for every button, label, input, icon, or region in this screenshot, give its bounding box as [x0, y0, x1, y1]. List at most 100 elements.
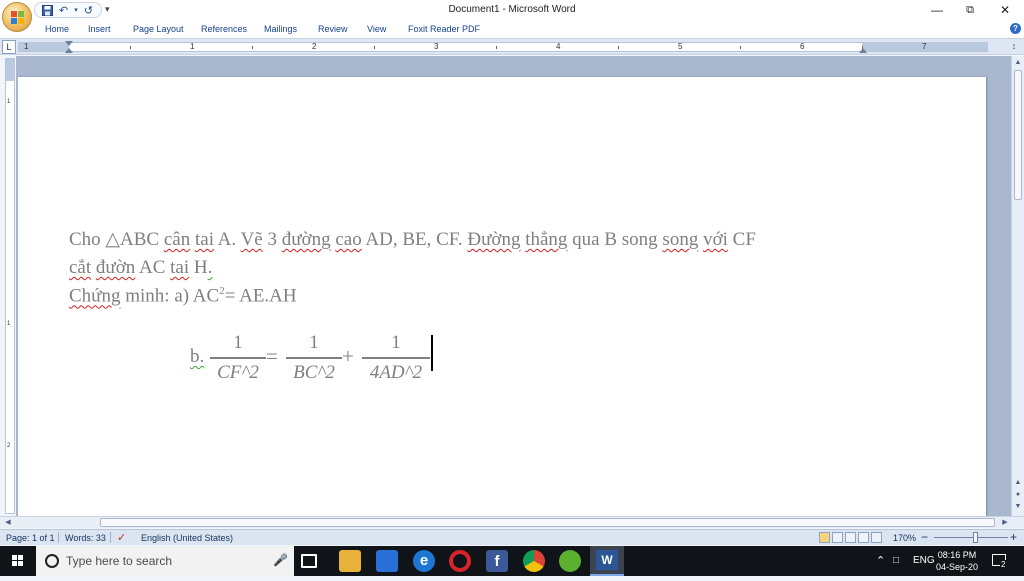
ruler-number: 2: [7, 443, 11, 449]
plus-sign: +: [342, 344, 354, 368]
print-layout-view-icon[interactable]: [819, 532, 830, 543]
horizontal-ruler[interactable]: 1 1 2 3 4 5 6 7: [18, 42, 988, 52]
tab-review[interactable]: Review: [318, 24, 348, 34]
title-bar: Document1 - Microsoft Word — ⧉ ✕: [0, 0, 1024, 20]
tab-selector-button[interactable]: L: [2, 40, 16, 54]
opera-icon[interactable]: [449, 550, 471, 572]
taskbar-search-box[interactable]: Type here to search 🎤: [36, 546, 294, 576]
ruler-number: 4: [556, 42, 561, 51]
edge-icon[interactable]: e: [413, 550, 435, 572]
fraction-2: 1 BC^2: [286, 331, 342, 385]
quick-access-toolbar: ↶ ▾ ↺: [34, 2, 102, 18]
language-indicator[interactable]: English (United States): [141, 533, 233, 543]
vertical-scroll-thumb[interactable]: [1014, 70, 1022, 200]
notification-count: 2: [1000, 560, 1007, 569]
paragraph-line-1[interactable]: Cho △ABC cân tai A. Vẽ 3 đường cao AD, B…: [69, 228, 756, 251]
horizontal-scrollbar[interactable]: ◀ ▶: [0, 516, 1024, 528]
minimize-icon[interactable]: —: [925, 2, 949, 18]
help-icon[interactable]: ?: [1010, 23, 1021, 34]
document-page[interactable]: Cho △ABC cân tai A. Vẽ 3 đường cao AD, B…: [18, 77, 986, 516]
undo-dropdown-icon[interactable]: ▾: [73, 4, 79, 17]
document-area: Cho △ABC cân tai A. Vẽ 3 đường cao AD, B…: [16, 56, 1011, 516]
equals-sign: =: [266, 344, 278, 368]
vertical-scrollbar[interactable]: ▲ ▲ ● ▼: [1011, 56, 1024, 516]
first-line-indent-marker[interactable]: [65, 41, 73, 46]
ruler-number: 5: [678, 42, 683, 51]
input-language[interactable]: ENG: [913, 555, 935, 566]
left-indent-marker[interactable]: [65, 48, 73, 53]
word-taskbar-button[interactable]: W: [590, 546, 624, 576]
zoom-level[interactable]: 170%: [893, 533, 916, 543]
tab-insert[interactable]: Insert: [88, 24, 111, 34]
select-browse-object-icon[interactable]: ●: [1013, 490, 1023, 500]
office-button[interactable]: [2, 2, 32, 32]
previous-page-icon[interactable]: ▲: [1013, 478, 1023, 488]
fraction-3: 1 4AD^2: [362, 331, 430, 385]
paragraph-line-2[interactable]: cắt đườn AC tai H.: [69, 257, 212, 279]
web-layout-view-icon[interactable]: [845, 532, 856, 543]
ruler-number: 1: [24, 42, 29, 51]
notification-icon[interactable]: 2: [992, 554, 1007, 569]
ruler-number: 1: [190, 42, 195, 51]
scroll-left-icon[interactable]: ◀: [3, 518, 13, 528]
redo-icon[interactable]: ↺: [82, 4, 95, 17]
right-indent-marker[interactable]: [859, 48, 867, 53]
clock-date: 04-Sep-20: [936, 562, 979, 572]
ruler-top-margin: [6, 59, 14, 81]
outline-view-icon[interactable]: [858, 532, 869, 543]
word-count[interactable]: Words: 33: [65, 533, 106, 543]
ribbon-tabs: Home Insert Page Layout References Maili…: [0, 20, 1024, 38]
clock[interactable]: 08:16 PM 04-Sep-20: [936, 549, 978, 573]
tab-page-layout[interactable]: Page Layout: [133, 24, 184, 34]
taskbar: Type here to search 🎤 e f W ⌃ □ ENG 08:1…: [0, 546, 1024, 576]
ruler-number: 6: [800, 42, 805, 51]
file-explorer-icon[interactable]: [339, 550, 361, 572]
microphone-icon[interactable]: 🎤: [273, 553, 288, 567]
full-screen-reading-view-icon[interactable]: [832, 532, 843, 543]
save-icon[interactable]: [41, 4, 54, 17]
ruler-number: 7: [922, 42, 927, 51]
close-icon[interactable]: ✕: [993, 2, 1017, 18]
search-placeholder: Type here to search: [66, 554, 173, 568]
status-bar: Page: 1 of 1 Words: 33 ✓ English (United…: [0, 529, 1024, 545]
view-ruler-icon[interactable]: ↕: [1008, 41, 1020, 53]
ruler-number: 1: [7, 99, 11, 105]
scroll-right-icon[interactable]: ▶: [1000, 518, 1010, 528]
fraction-1: 1 CF^2: [210, 331, 266, 385]
zoom-in-icon[interactable]: +: [1010, 530, 1017, 544]
ruler-bar: L 1 1 2 3 4 5 6 7 ↕: [0, 38, 1024, 55]
tab-home[interactable]: Home: [45, 24, 69, 34]
store-icon[interactable]: [376, 550, 398, 572]
ruler-number: 2: [312, 42, 317, 51]
facebook-icon[interactable]: f: [486, 550, 508, 572]
show-hidden-icons-icon[interactable]: ⌃: [876, 554, 885, 567]
horizontal-scroll-thumb[interactable]: [100, 518, 995, 527]
task-view-icon[interactable]: [301, 554, 317, 568]
tab-foxit-reader-pdf[interactable]: Foxit Reader PDF: [408, 24, 480, 34]
ruler-number: 3: [434, 42, 439, 51]
restore-icon[interactable]: ⧉: [958, 2, 982, 18]
next-page-icon[interactable]: ▼: [1013, 502, 1023, 512]
equation-prefix: b.: [190, 346, 205, 367]
tab-mailings[interactable]: Mailings: [264, 24, 297, 34]
app-icon[interactable]: [559, 550, 581, 572]
paragraph-line-3[interactable]: Chứng minh: a) AC2= AE.AH: [69, 285, 297, 307]
draft-view-icon[interactable]: [871, 532, 882, 543]
vertical-ruler[interactable]: 1 1 2: [5, 58, 15, 514]
undo-icon[interactable]: ↶: [57, 4, 70, 17]
network-icon[interactable]: □: [893, 555, 899, 566]
ruler-number: 1: [7, 321, 11, 327]
zoom-out-icon[interactable]: −: [921, 530, 928, 544]
zoom-slider-thumb[interactable]: [973, 532, 978, 543]
zoom-slider[interactable]: [934, 537, 1008, 538]
tab-references[interactable]: References: [201, 24, 247, 34]
chrome-icon[interactable]: [523, 550, 545, 572]
windows-start-icon[interactable]: [0, 546, 36, 576]
tab-view[interactable]: View: [367, 24, 386, 34]
scroll-up-icon[interactable]: ▲: [1013, 58, 1023, 68]
page-count[interactable]: Page: 1 of 1: [6, 533, 55, 543]
clock-time: 08:16 PM: [937, 550, 977, 560]
customize-dropdown-icon[interactable]: ▾: [105, 4, 110, 15]
proofing-icon[interactable]: ✓: [117, 531, 126, 544]
cortana-icon: [45, 554, 59, 568]
